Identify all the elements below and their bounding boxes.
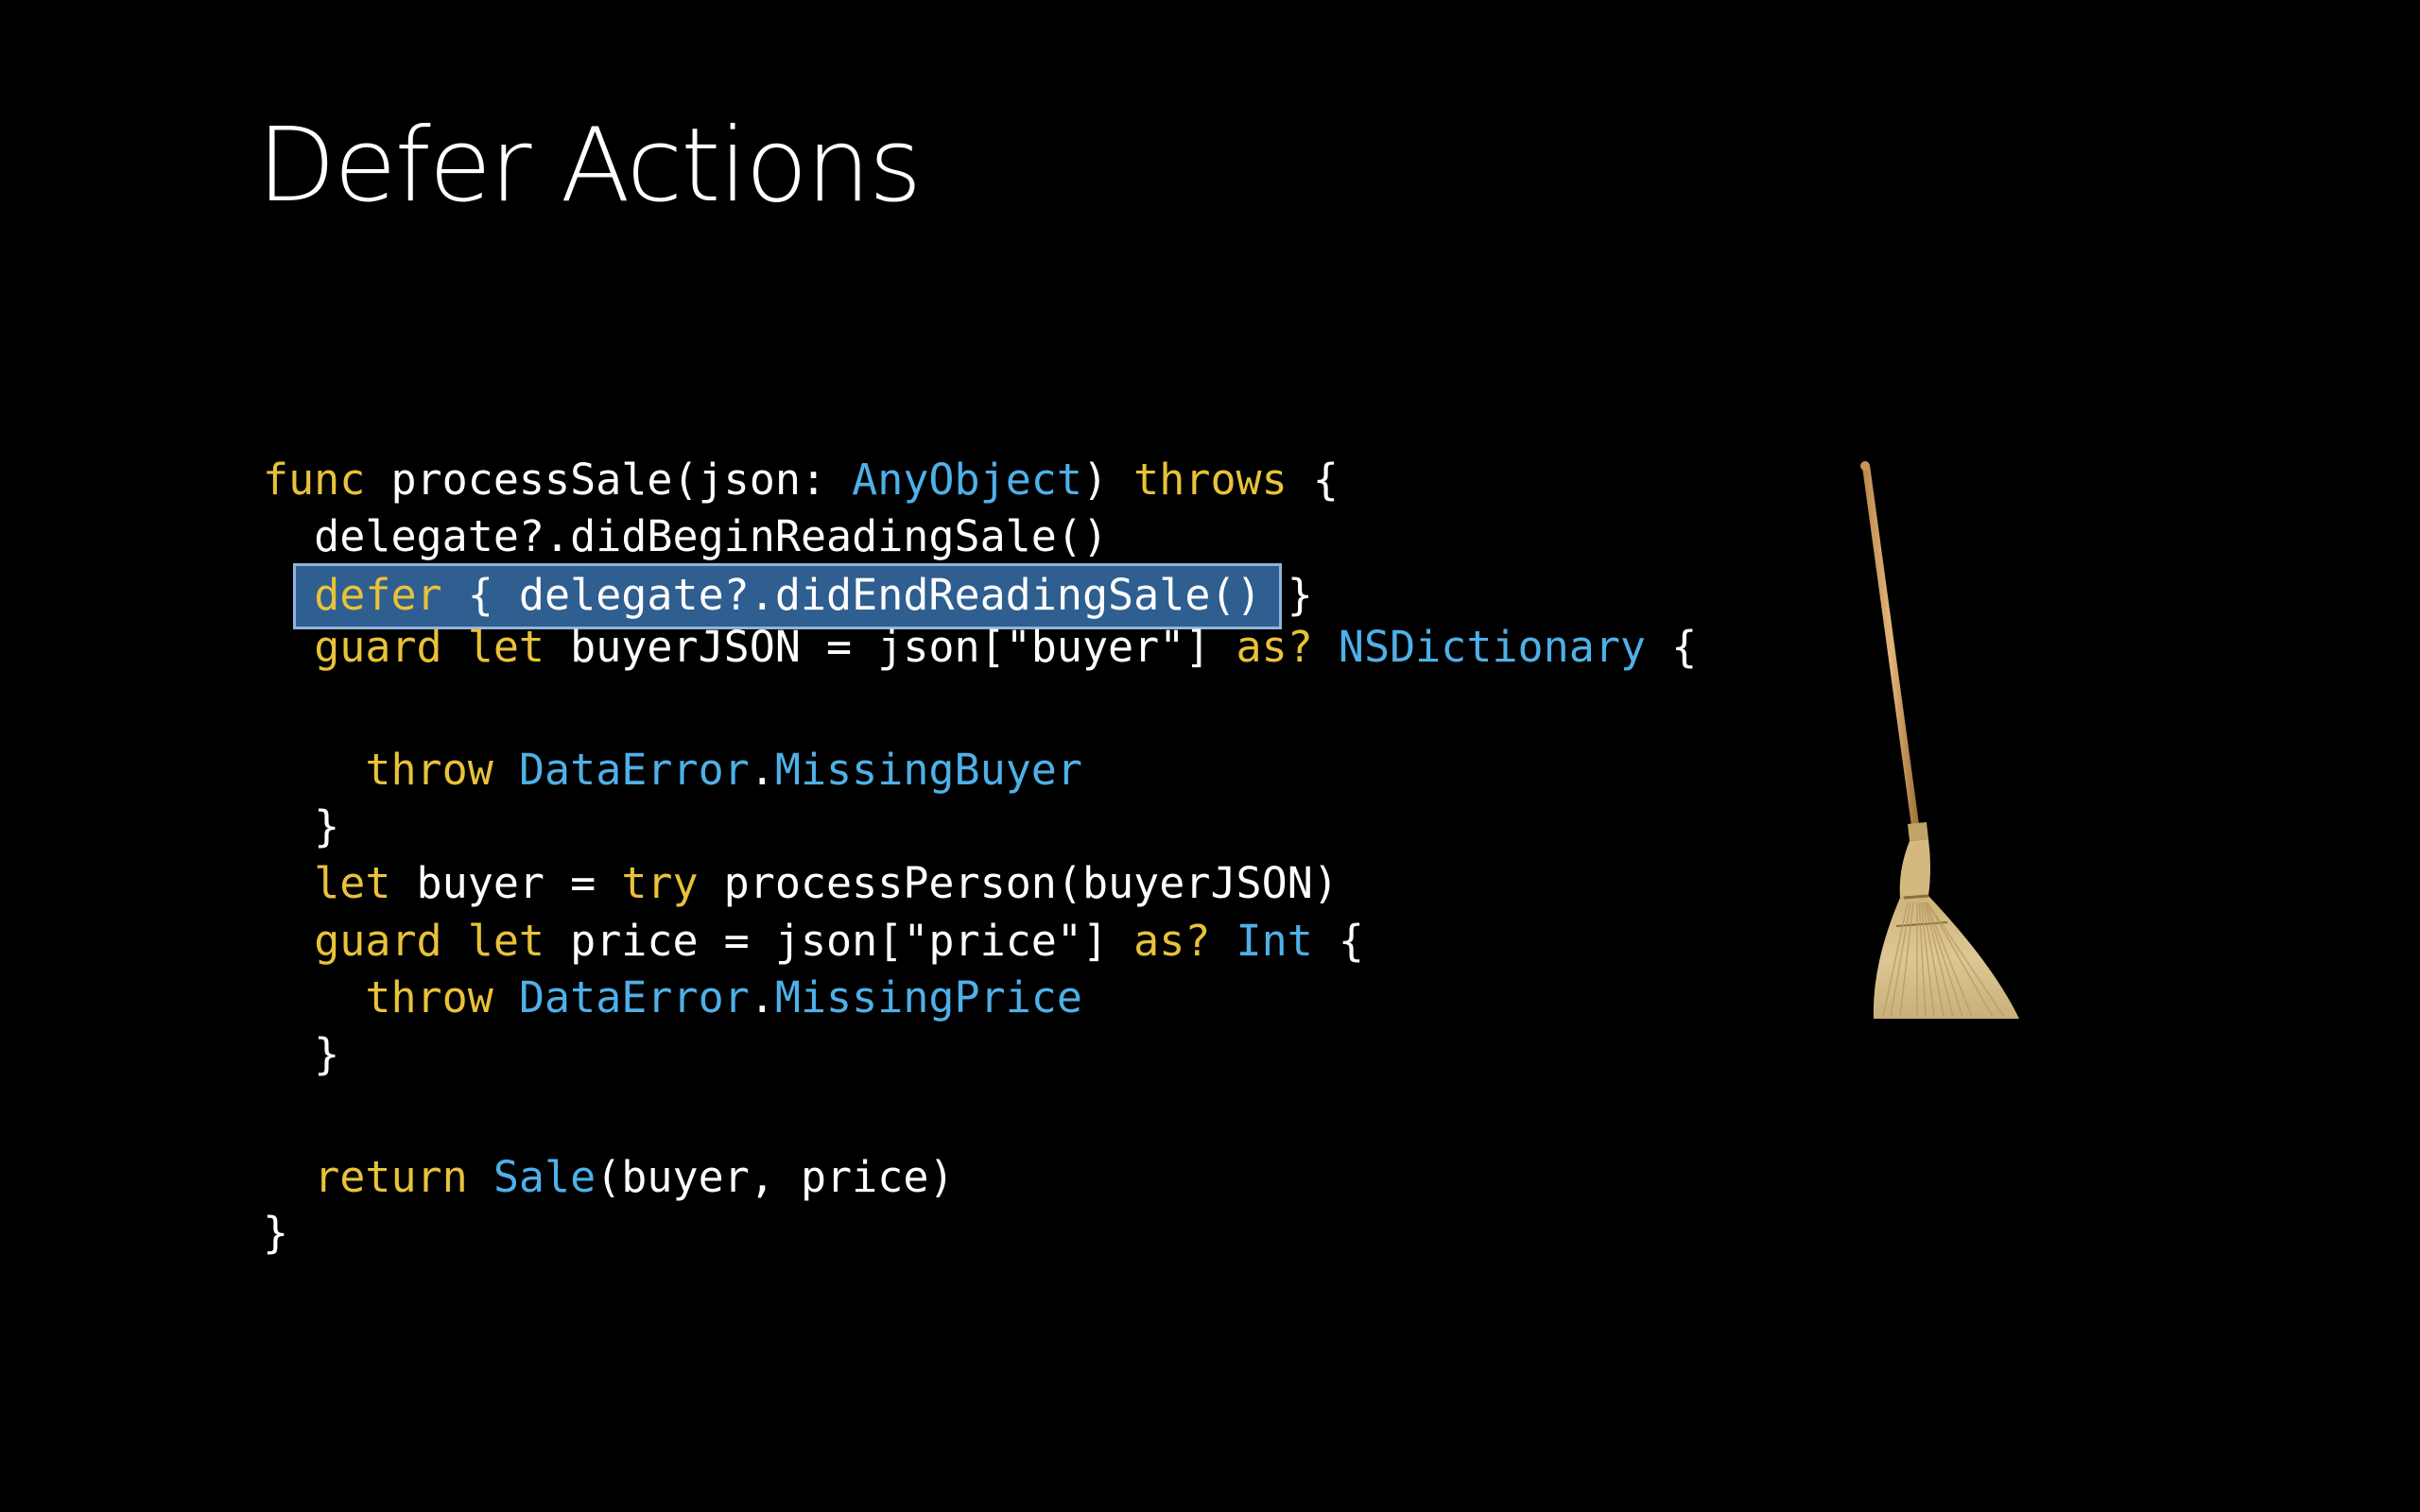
code-token: price = json["price"]: [544, 916, 1134, 966]
code-token: ): [1081, 455, 1134, 505]
code-line: }: [263, 1026, 339, 1083]
code-token: }: [263, 801, 340, 851]
slide-title: Defer Actions: [257, 107, 922, 225]
code-token: Int: [1236, 916, 1313, 966]
code-line: let buyer = try processPerson(buyerJSON): [263, 855, 1339, 912]
code-line: throw DataError.MissingPrice: [263, 970, 1082, 1026]
code-token: let: [467, 622, 545, 672]
code-token: try: [621, 858, 699, 908]
code-line: func processSale(json: AnyObject) throws…: [263, 452, 1339, 508]
code-token: AnyObject: [852, 455, 1082, 505]
code-token: buyerJSON = json["buyer"]: [544, 622, 1236, 672]
code-token: }: [263, 1208, 289, 1258]
code-token: guard: [314, 622, 442, 672]
code-token: .: [749, 745, 775, 795]
code-token: processSale(json:: [365, 455, 853, 505]
code-token: return: [314, 1152, 468, 1202]
code-token: let: [467, 916, 545, 966]
code-token: {: [1312, 916, 1364, 966]
code-token: guard: [314, 916, 442, 966]
code-token: {: [1287, 455, 1339, 505]
code-token: as?: [1133, 916, 1211, 966]
code-token: NSDictionary: [1338, 622, 1647, 672]
code-token: defer: [314, 570, 442, 620]
code-line: guard let buyerJSON = json["buyer"] as? …: [263, 619, 1697, 676]
code-token: throw: [365, 972, 493, 1022]
code-token: (buyer, price): [596, 1152, 955, 1202]
code-token: MissingBuyer: [774, 745, 1082, 795]
code-line: throw DataError.MissingBuyer: [263, 742, 1082, 799]
code-token: processPerson(buyerJSON): [698, 858, 1339, 908]
code-token: func: [263, 455, 366, 505]
code-line: guard let price = json["price"] as? Int …: [263, 913, 1364, 970]
code-token: .: [749, 972, 775, 1022]
code-token: throw: [365, 745, 493, 795]
code-token: buyer =: [390, 858, 622, 908]
code-line-highlighted: defer { delegate?.didEndReadingSale() }: [263, 567, 1313, 624]
code-token: DataError: [518, 972, 750, 1022]
code-token: Sale: [493, 1152, 596, 1202]
code-line: return Sale(buyer, price): [263, 1149, 955, 1206]
code-token: {: [1646, 622, 1698, 672]
code-token: let: [314, 858, 391, 908]
code-token: MissingPrice: [774, 972, 1082, 1022]
code-token: as?: [1236, 622, 1313, 672]
code-token: }: [263, 1029, 340, 1079]
broom-icon: [1860, 461, 2019, 1019]
code-token: throws: [1133, 455, 1288, 505]
code-token: { delegate?.didEndReadingSale() }: [441, 570, 1313, 620]
code-line: delegate?.didBeginReadingSale(): [263, 508, 1108, 565]
code-token: delegate?.didBeginReadingSale(): [263, 511, 1109, 561]
code-line: }: [263, 799, 339, 855]
code-token: DataError: [518, 745, 750, 795]
code-line: }: [263, 1205, 288, 1262]
